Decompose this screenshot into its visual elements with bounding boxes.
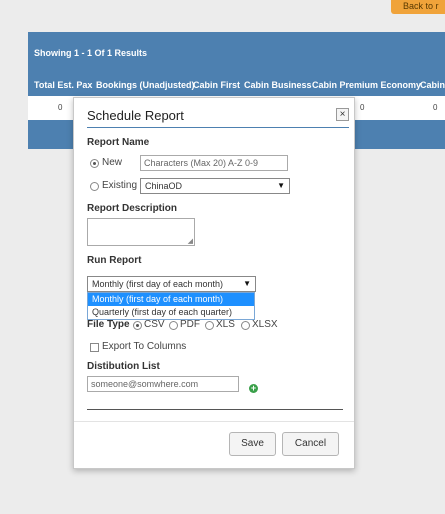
title-divider (87, 127, 349, 128)
new-radio[interactable] (90, 159, 99, 168)
save-button[interactable]: Save (229, 432, 276, 456)
plus-circle-icon[interactable]: + (249, 384, 258, 393)
existing-report-select[interactable]: ChinaOD ▼ (140, 178, 290, 194)
close-icon[interactable]: × (336, 108, 349, 121)
run-report-select[interactable]: Monthly (first day of each month) ▼ (87, 276, 256, 292)
distribution-list-label: Distibution List (87, 361, 160, 372)
xls-radio-label: XLS (216, 319, 235, 330)
table-cell: 0 (58, 103, 63, 112)
csv-radio-label: CSV (144, 319, 165, 330)
xlsx-radio[interactable] (241, 321, 250, 330)
table-cell: 0 (433, 103, 438, 112)
existing-radio[interactable] (90, 182, 99, 191)
footer-divider (74, 421, 354, 422)
export-to-columns-checkbox[interactable] (90, 343, 99, 352)
column-header[interactable]: Bookings (Unadjusted) (96, 80, 195, 90)
dialog-title: Schedule Report (87, 108, 184, 123)
grid-header: Total Est. Pax Bookings (Unadjusted) Cab… (28, 80, 445, 94)
column-header[interactable]: Cabin Premium Economy (312, 80, 421, 90)
table-cell: 0 (360, 103, 365, 112)
new-radio-label: New (102, 157, 123, 168)
run-report-value: Monthly (first day of each month) (92, 279, 224, 289)
dropdown-option-monthly[interactable]: Monthly (first day of each month) (88, 293, 254, 306)
column-header[interactable]: Cabin Business (244, 80, 312, 90)
resize-grip-icon[interactable]: ◢ (188, 237, 193, 245)
pdf-radio-label: PDF (180, 319, 200, 330)
schedule-report-dialog: Schedule Report × Report Name New Charac… (73, 97, 355, 469)
column-header[interactable]: Total Est. Pax (34, 80, 92, 90)
column-header[interactable]: Cabin First (193, 80, 240, 90)
pdf-radio[interactable] (169, 321, 178, 330)
back-button[interactable]: Back to r (391, 0, 445, 14)
section-divider (87, 409, 343, 410)
chevron-down-icon: ▼ (277, 181, 285, 190)
results-summary: Showing 1 - 1 Of 1 Results (34, 48, 148, 58)
xls-radio[interactable] (205, 321, 214, 330)
xlsx-radio-label: XLSX (252, 319, 278, 330)
run-report-label: Run Report (87, 255, 142, 266)
distribution-email-input[interactable]: someone@somwhere.com (87, 376, 239, 392)
existing-radio-label: Existing (102, 180, 138, 191)
column-header[interactable]: Cabin (420, 80, 445, 90)
existing-report-value: ChinaOD (145, 181, 183, 191)
report-name-input[interactable]: Characters (Max 20) A-Z 0-9 (140, 155, 288, 171)
csv-radio[interactable] (133, 321, 142, 330)
report-description-input[interactable]: ◢ (87, 218, 195, 246)
cancel-button[interactable]: Cancel (282, 432, 339, 456)
export-to-columns-label: Export To Columns (102, 341, 187, 352)
dropdown-option-quarterly[interactable]: Quarterly (first day of each quarter) (88, 306, 254, 319)
report-name-label: Report Name (87, 137, 150, 148)
report-description-label: Report Description (87, 203, 178, 214)
chevron-down-icon: ▼ (243, 279, 251, 288)
run-report-dropdown: Monthly (first day of each month) Quarte… (87, 292, 255, 320)
file-type-label: File Type (87, 319, 130, 330)
